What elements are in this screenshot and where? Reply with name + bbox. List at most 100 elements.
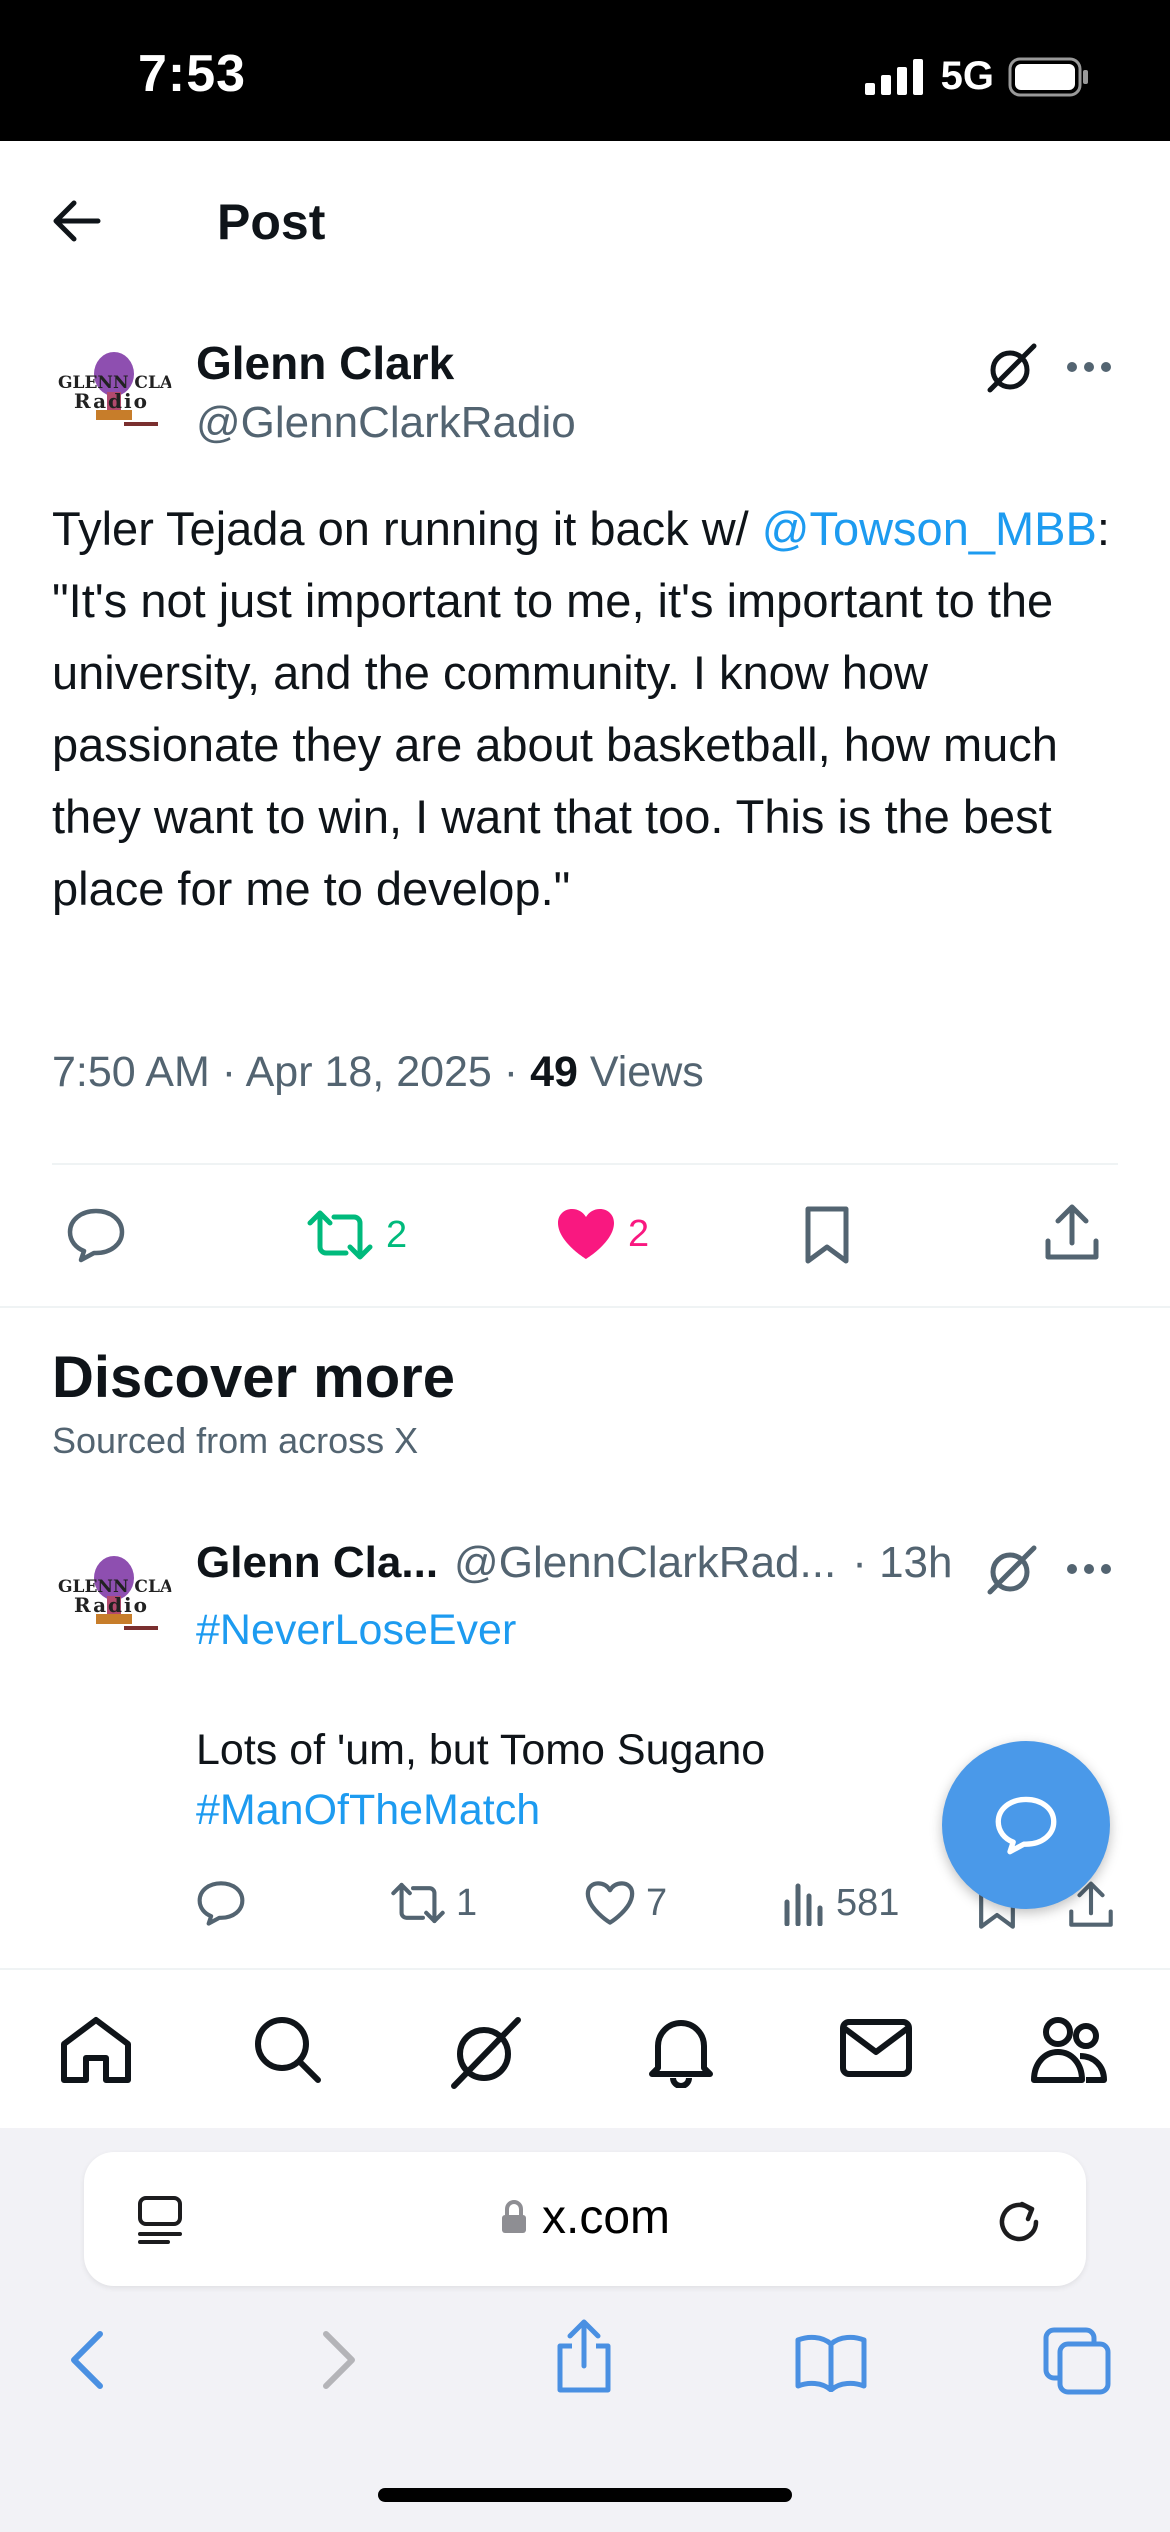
more-icon — [1067, 1564, 1111, 1574]
reload-button[interactable] — [994, 2192, 1046, 2248]
grok-icon — [451, 2017, 521, 2089]
share-button[interactable] — [1044, 1203, 1100, 1263]
svg-text:Radio: Radio — [74, 389, 149, 413]
post-meta: 7:50 AM · Apr 18, 2025 · 49 Views — [52, 1048, 704, 1097]
section-divider — [0, 1306, 1170, 1308]
discover-title: Discover more — [52, 1345, 455, 1410]
tab-grok[interactable] — [446, 2014, 526, 2090]
back-button[interactable] — [52, 199, 102, 243]
author-handle[interactable]: @GlennClarkRadio — [196, 398, 576, 448]
post-text: Tyler Tejada on running it back w/ @Tows… — [52, 493, 1132, 925]
views-count: 49 — [530, 1048, 578, 1096]
home-icon — [61, 2017, 131, 2083]
tab-notifications[interactable] — [646, 2014, 716, 2088]
share-icon — [1045, 1204, 1099, 1260]
tweet2-body: Lots of 'um, but Tomo Sugano — [196, 1726, 766, 1774]
grok-icon — [987, 343, 1037, 393]
reply-icon — [197, 1881, 245, 1926]
page-header: Post — [0, 141, 1170, 301]
tab-home[interactable] — [58, 2014, 134, 2086]
home-indicator — [378, 2488, 792, 2502]
svg-text:Radio: Radio — [74, 1593, 149, 1617]
browser-back-button[interactable] — [66, 2328, 110, 2392]
url-text[interactable]: x.com — [84, 2190, 1086, 2245]
views-icon — [784, 1883, 823, 1926]
book-icon — [795, 2334, 867, 2392]
post-timestamp[interactable]: 7:50 AM · Apr 18, 2025 · — [52, 1048, 530, 1096]
battery-icon — [1008, 57, 1088, 96]
avatar[interactable]: GLENN CLARK Radio — [52, 336, 172, 456]
communities-icon — [1031, 2017, 1107, 2083]
browser-toolbar: x.com — [0, 2128, 1170, 2532]
chevron-right-icon — [323, 2331, 355, 2389]
status-indicators: 5G — [864, 54, 1090, 99]
bookmark-icon — [805, 1206, 849, 1264]
grok-button[interactable] — [984, 1542, 1040, 1598]
retweet-icon — [391, 1882, 445, 1924]
mention-link[interactable]: @Towson_MBB — [762, 502, 1097, 555]
more-icon — [1067, 362, 1111, 372]
browser-share-button[interactable] — [552, 2318, 616, 2394]
more-button[interactable] — [1066, 360, 1112, 374]
bookmarks-button[interactable] — [794, 2332, 868, 2392]
address-bar[interactable]: x.com — [84, 2152, 1086, 2286]
like-button[interactable]: 2 — [556, 1207, 649, 1261]
post-text-body: : "It's not just important to me, it's i… — [52, 502, 1110, 915]
share-icon — [557, 2319, 611, 2393]
retweet-count: 1 — [456, 1881, 478, 1924]
author-name[interactable]: Glenn Clark — [196, 336, 454, 390]
grok-icon — [987, 1545, 1037, 1595]
like-count: 7 — [646, 1881, 668, 1924]
network-label: 5G — [940, 54, 994, 98]
signal-icon — [864, 58, 923, 95]
discover-subtitle: Sourced from across X — [52, 1420, 419, 1461]
like-button[interactable]: 7 — [584, 1880, 667, 1926]
mail-icon — [840, 2019, 912, 2077]
post-text-intro: Tyler Tejada on running it back w/ — [52, 502, 762, 555]
tabs-button[interactable] — [1042, 2326, 1114, 2396]
tweet2-author-handle[interactable]: @GlennClarkRad... — [454, 1538, 836, 1588]
tweet2-header: Glenn Cla... @GlennClarkRad... · 13h — [196, 1538, 953, 1588]
like-count: 2 — [628, 1212, 650, 1255]
avatar[interactable]: GLENN CLARK Radio — [52, 1540, 172, 1660]
tab-communities[interactable] — [1030, 2014, 1110, 2086]
tweet2-time[interactable]: · 13h — [852, 1538, 952, 1588]
retweet-count: 2 — [386, 1213, 408, 1256]
compose-reply-fab[interactable] — [942, 1741, 1110, 1909]
chevron-left-icon — [71, 2331, 103, 2389]
post-actions: 2 2 — [0, 1197, 1170, 1277]
hashtag-link[interactable]: #NeverLoseEver — [196, 1600, 956, 1660]
page-title: Post — [217, 194, 326, 250]
tab-bar — [0, 1968, 1170, 2128]
grok-button[interactable] — [984, 340, 1040, 396]
tweet2-text: #NeverLoseEver Lots of 'um, but Tomo Sug… — [196, 1600, 956, 1840]
glenn-clark-radio-logo: GLENN CLARK Radio — [52, 1540, 172, 1660]
more-button[interactable] — [1066, 1562, 1112, 1576]
retweet-button[interactable]: 2 — [306, 1207, 407, 1263]
url-label: x.com — [541, 2191, 670, 2244]
reply-icon — [67, 1208, 125, 1263]
hashtag-link[interactable]: #ManOfTheMatch — [196, 1780, 956, 1840]
views-label: Views — [577, 1048, 704, 1096]
reply-button[interactable] — [196, 1880, 246, 1926]
reload-icon — [999, 2201, 1039, 2242]
tweet2-author-name[interactable]: Glenn Cla... — [196, 1538, 438, 1588]
views-button[interactable]: 581 — [782, 1880, 899, 1926]
retweet-button[interactable]: 1 — [390, 1880, 477, 1926]
search-icon — [255, 2017, 321, 2083]
bookmark-button[interactable] — [802, 1205, 852, 1265]
heart-icon — [558, 1209, 614, 1259]
bell-icon — [649, 2020, 713, 2088]
tabs-icon — [1043, 2327, 1111, 2395]
glenn-clark-radio-logo: GLENN CLARK Radio — [52, 336, 172, 456]
status-bar: 7:53 5G — [0, 0, 1170, 141]
status-time: 7:53 — [138, 45, 247, 103]
retweet-icon — [307, 1210, 373, 1260]
tab-messages[interactable] — [838, 2014, 914, 2082]
browser-forward-button[interactable] — [316, 2328, 360, 2392]
divider — [52, 1163, 1118, 1165]
lock-icon — [501, 2200, 526, 2233]
tab-search[interactable] — [252, 2014, 324, 2086]
reply-button[interactable] — [66, 1207, 126, 1263]
